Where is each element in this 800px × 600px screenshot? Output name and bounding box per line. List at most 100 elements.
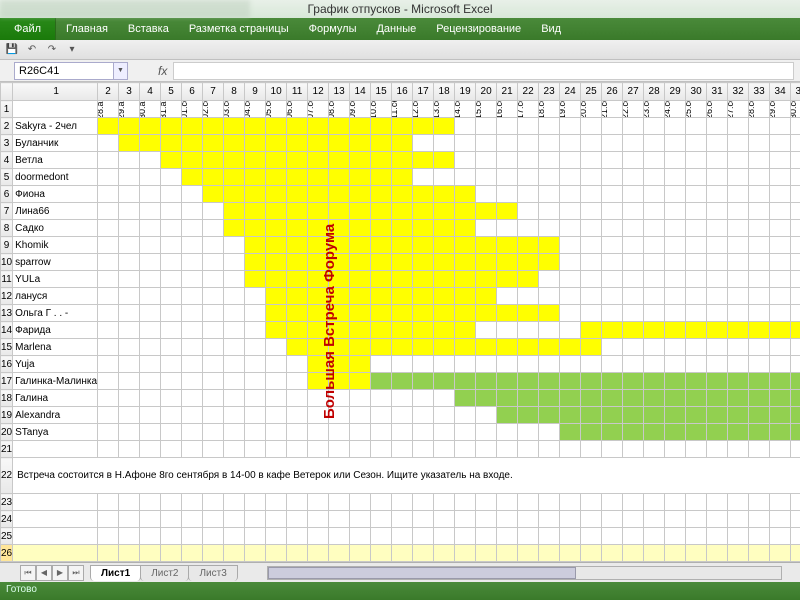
schedule-cell[interactable] bbox=[518, 305, 539, 322]
schedule-cell[interactable] bbox=[392, 118, 413, 135]
schedule-cell[interactable] bbox=[476, 152, 497, 169]
schedule-cell[interactable] bbox=[749, 186, 770, 203]
schedule-cell[interactable] bbox=[728, 237, 749, 254]
schedule-cell[interactable] bbox=[539, 305, 560, 322]
person-name[interactable]: Лина66 bbox=[13, 203, 98, 220]
schedule-cell[interactable] bbox=[203, 424, 224, 441]
schedule-cell[interactable] bbox=[518, 254, 539, 271]
schedule-cell[interactable] bbox=[371, 152, 392, 169]
schedule-cell[interactable] bbox=[497, 135, 518, 152]
schedule-cell[interactable] bbox=[224, 220, 245, 237]
schedule-cell[interactable] bbox=[140, 220, 161, 237]
schedule-cell[interactable] bbox=[644, 305, 665, 322]
schedule-cell[interactable] bbox=[665, 186, 686, 203]
schedule-cell[interactable] bbox=[119, 271, 140, 288]
schedule-cell[interactable] bbox=[476, 203, 497, 220]
schedule-cell[interactable] bbox=[770, 407, 791, 424]
schedule-cell[interactable] bbox=[392, 135, 413, 152]
schedule-cell[interactable] bbox=[476, 118, 497, 135]
schedule-cell[interactable] bbox=[539, 118, 560, 135]
schedule-cell[interactable] bbox=[371, 169, 392, 186]
schedule-cell[interactable] bbox=[581, 424, 602, 441]
schedule-cell[interactable] bbox=[686, 220, 707, 237]
schedule-cell[interactable] bbox=[287, 118, 308, 135]
schedule-cell[interactable] bbox=[203, 390, 224, 407]
schedule-cell[interactable] bbox=[644, 390, 665, 407]
column-header[interactable]: 16 bbox=[392, 83, 413, 101]
schedule-cell[interactable] bbox=[266, 407, 287, 424]
schedule-cell[interactable] bbox=[602, 288, 623, 305]
schedule-cell[interactable] bbox=[623, 373, 644, 390]
schedule-cell[interactable] bbox=[770, 339, 791, 356]
schedule-cell[interactable] bbox=[371, 305, 392, 322]
schedule-cell[interactable] bbox=[644, 339, 665, 356]
schedule-cell[interactable] bbox=[98, 288, 119, 305]
schedule-cell[interactable] bbox=[581, 305, 602, 322]
schedule-cell[interactable] bbox=[434, 322, 455, 339]
schedule-cell[interactable] bbox=[350, 220, 371, 237]
schedule-cell[interactable] bbox=[392, 152, 413, 169]
schedule-cell[interactable] bbox=[602, 339, 623, 356]
schedule-cell[interactable] bbox=[413, 288, 434, 305]
schedule-cell[interactable] bbox=[413, 356, 434, 373]
schedule-cell[interactable] bbox=[770, 203, 791, 220]
person-name[interactable]: Галинка-Малинка bbox=[13, 373, 98, 390]
schedule-cell[interactable] bbox=[770, 288, 791, 305]
schedule-cell[interactable] bbox=[413, 169, 434, 186]
schedule-cell[interactable] bbox=[560, 254, 581, 271]
schedule-cell[interactable] bbox=[770, 390, 791, 407]
schedule-cell[interactable] bbox=[539, 407, 560, 424]
schedule-cell[interactable] bbox=[455, 118, 476, 135]
row-header[interactable]: 2 bbox=[1, 118, 13, 135]
person-name[interactable]: Фарида bbox=[13, 322, 98, 339]
schedule-cell[interactable] bbox=[161, 322, 182, 339]
schedule-cell[interactable] bbox=[140, 203, 161, 220]
schedule-cell[interactable] bbox=[728, 135, 749, 152]
schedule-cell[interactable] bbox=[434, 118, 455, 135]
schedule-cell[interactable] bbox=[707, 373, 728, 390]
schedule-cell[interactable] bbox=[707, 407, 728, 424]
schedule-cell[interactable] bbox=[245, 203, 266, 220]
tab-formulas[interactable]: Формулы bbox=[299, 18, 367, 40]
column-header[interactable]: 3 bbox=[119, 83, 140, 101]
schedule-cell[interactable] bbox=[581, 373, 602, 390]
schedule-cell[interactable] bbox=[581, 118, 602, 135]
schedule-cell[interactable] bbox=[140, 271, 161, 288]
schedule-cell[interactable] bbox=[539, 424, 560, 441]
schedule-cell[interactable] bbox=[266, 424, 287, 441]
schedule-cell[interactable] bbox=[770, 271, 791, 288]
schedule-cell[interactable] bbox=[518, 169, 539, 186]
schedule-cell[interactable] bbox=[98, 424, 119, 441]
schedule-cell[interactable] bbox=[287, 407, 308, 424]
row-header[interactable]: 8 bbox=[1, 220, 13, 237]
schedule-cell[interactable] bbox=[161, 407, 182, 424]
schedule-cell[interactable] bbox=[224, 322, 245, 339]
schedule-cell[interactable] bbox=[287, 288, 308, 305]
schedule-cell[interactable] bbox=[98, 203, 119, 220]
schedule-cell[interactable] bbox=[392, 407, 413, 424]
schedule-cell[interactable] bbox=[98, 186, 119, 203]
schedule-cell[interactable] bbox=[371, 373, 392, 390]
schedule-cell[interactable] bbox=[581, 237, 602, 254]
schedule-cell[interactable] bbox=[350, 288, 371, 305]
schedule-cell[interactable] bbox=[791, 169, 800, 186]
schedule-cell[interactable] bbox=[140, 186, 161, 203]
schedule-cell[interactable] bbox=[350, 135, 371, 152]
schedule-cell[interactable] bbox=[707, 220, 728, 237]
schedule-cell[interactable] bbox=[623, 237, 644, 254]
schedule-cell[interactable] bbox=[182, 254, 203, 271]
schedule-cell[interactable] bbox=[623, 424, 644, 441]
person-name[interactable]: Yuja bbox=[13, 356, 98, 373]
schedule-cell[interactable] bbox=[539, 271, 560, 288]
schedule-cell[interactable] bbox=[140, 237, 161, 254]
schedule-cell[interactable] bbox=[476, 407, 497, 424]
schedule-cell[interactable] bbox=[287, 322, 308, 339]
schedule-cell[interactable] bbox=[266, 152, 287, 169]
schedule-cell[interactable] bbox=[245, 169, 266, 186]
schedule-cell[interactable] bbox=[686, 186, 707, 203]
schedule-cell[interactable] bbox=[791, 220, 800, 237]
column-header[interactable]: 24 bbox=[560, 83, 581, 101]
worksheet-grid[interactable]: Большая Встреча Форума 12345678910111213… bbox=[0, 82, 800, 582]
schedule-cell[interactable] bbox=[560, 356, 581, 373]
schedule-cell[interactable] bbox=[287, 169, 308, 186]
